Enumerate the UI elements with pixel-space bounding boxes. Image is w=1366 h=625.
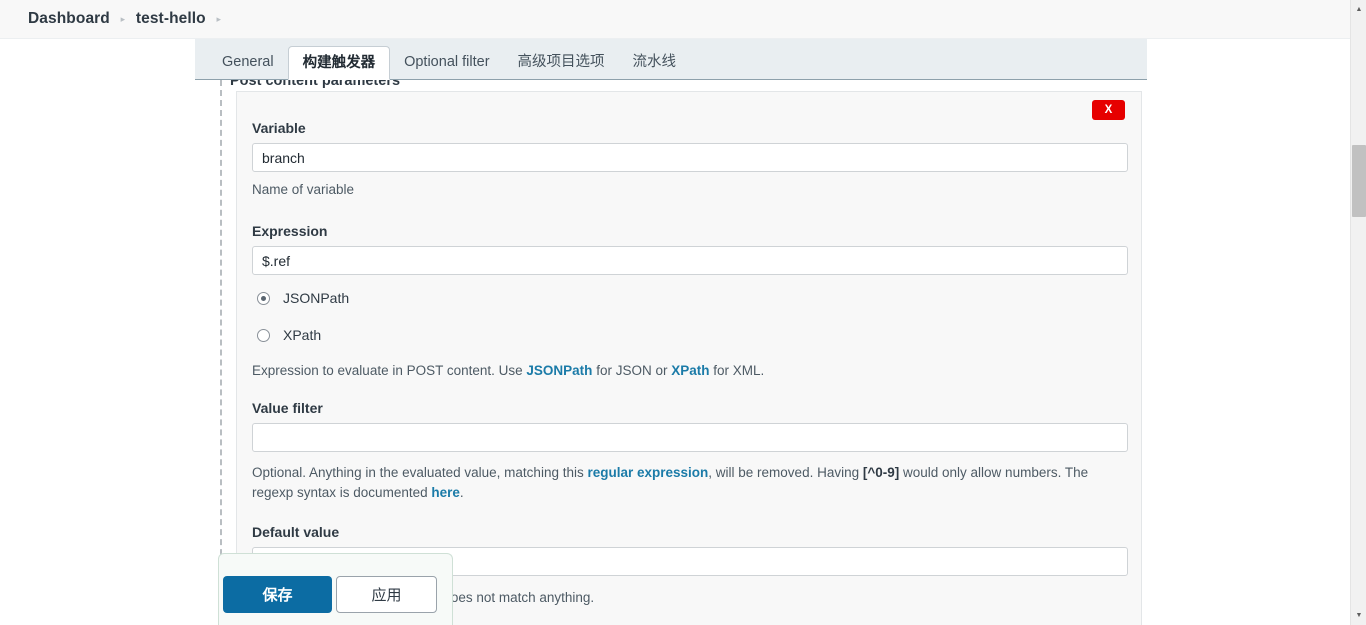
repeatable-group-marker	[220, 80, 222, 625]
tab-general[interactable]: General	[208, 47, 288, 78]
value-filter-input[interactable]	[252, 423, 1128, 452]
tab-strip: General 构建触发器 Optional filter 高级项目选项 流水线	[195, 39, 1147, 80]
expression-help-part-3: for XML.	[709, 363, 765, 378]
expression-help-part-1: Expression to evaluate in POST content. …	[252, 363, 527, 378]
regular-expression-link[interactable]: regular expression	[587, 465, 708, 480]
content-column: General 构建触发器 Optional filter 高级项目选项 流水线…	[195, 39, 1147, 625]
page-scrollbar[interactable]: ▲ ▼	[1350, 0, 1366, 625]
breadcrumb-item-test-hello[interactable]: test-hello	[136, 10, 206, 28]
variable-label: Variable	[252, 120, 306, 136]
variable-help-text: Name of variable	[252, 182, 355, 197]
radio-option-xpath[interactable]: XPath	[252, 322, 1128, 348]
radio-dot-jsonpath-icon[interactable]	[257, 291, 270, 305]
value-filter-help-part-2: , will be removed. Having	[708, 465, 863, 480]
field-variable: Variable Name of variable	[252, 120, 1128, 200]
value-filter-help-text: Optional. Anything in the evaluated valu…	[252, 463, 1128, 503]
breadcrumb-item-dashboard[interactable]: Dashboard	[28, 10, 110, 28]
field-value-filter: Value filter Optional. Anything in the e…	[252, 400, 1128, 503]
tab-optional-filter[interactable]: Optional filter	[390, 47, 503, 78]
radio-label-xpath: XPath	[283, 327, 322, 343]
here-link[interactable]: here	[431, 485, 460, 500]
jsonpath-link[interactable]: JSONPath	[526, 363, 592, 378]
radio-label-jsonpath: JSONPath	[283, 290, 350, 306]
tab-build-triggers[interactable]: 构建触发器	[287, 46, 391, 80]
value-filter-label: Value filter	[252, 400, 323, 416]
field-expression: Expression JSONPath XPath Expression to …	[252, 223, 1128, 381]
breadcrumb-separator-icon: ▸	[216, 13, 222, 24]
scroll-up-arrow-icon[interactable]: ▲	[1351, 1, 1366, 17]
apply-button[interactable]: 应用	[336, 576, 437, 613]
variable-input[interactable]	[252, 143, 1128, 172]
sticky-save-bar: 保存 应用	[218, 553, 453, 625]
breadcrumb-separator-icon: ▸	[120, 13, 126, 24]
xpath-link[interactable]: XPath	[671, 363, 709, 378]
expression-help-text: Expression to evaluate in POST content. …	[252, 361, 1128, 381]
expression-label: Expression	[252, 223, 328, 239]
section-heading-post-content-parameters: Post content parameters	[230, 80, 401, 89]
value-filter-help-part-1: Optional. Anything in the evaluated valu…	[252, 465, 588, 480]
scroll-down-arrow-icon[interactable]: ▼	[1351, 607, 1366, 623]
value-filter-code-sample: [^0-9]	[862, 465, 900, 480]
breadcrumb: Dashboard ▸ test-hello ▸	[0, 0, 1350, 39]
delete-entry-button[interactable]: X	[1092, 100, 1125, 120]
form-body: Post content parameters X Variable Name …	[195, 80, 1147, 625]
post-content-parameter-entry: X Variable Name of variable Expression J…	[236, 91, 1142, 625]
expression-help-part-2: for JSON or	[592, 363, 672, 378]
expression-input[interactable]	[252, 246, 1128, 275]
tab-pipeline[interactable]: 流水线	[619, 47, 691, 78]
radio-option-jsonpath[interactable]: JSONPath	[252, 285, 1128, 311]
tab-advanced-project-options[interactable]: 高级项目选项	[504, 47, 619, 78]
default-value-label: Default value	[252, 524, 340, 540]
save-button[interactable]: 保存	[223, 576, 332, 613]
scrollbar-thumb[interactable]	[1352, 145, 1366, 217]
radio-dot-xpath-icon[interactable]	[257, 328, 270, 342]
value-filter-help-part-4: .	[459, 485, 464, 500]
